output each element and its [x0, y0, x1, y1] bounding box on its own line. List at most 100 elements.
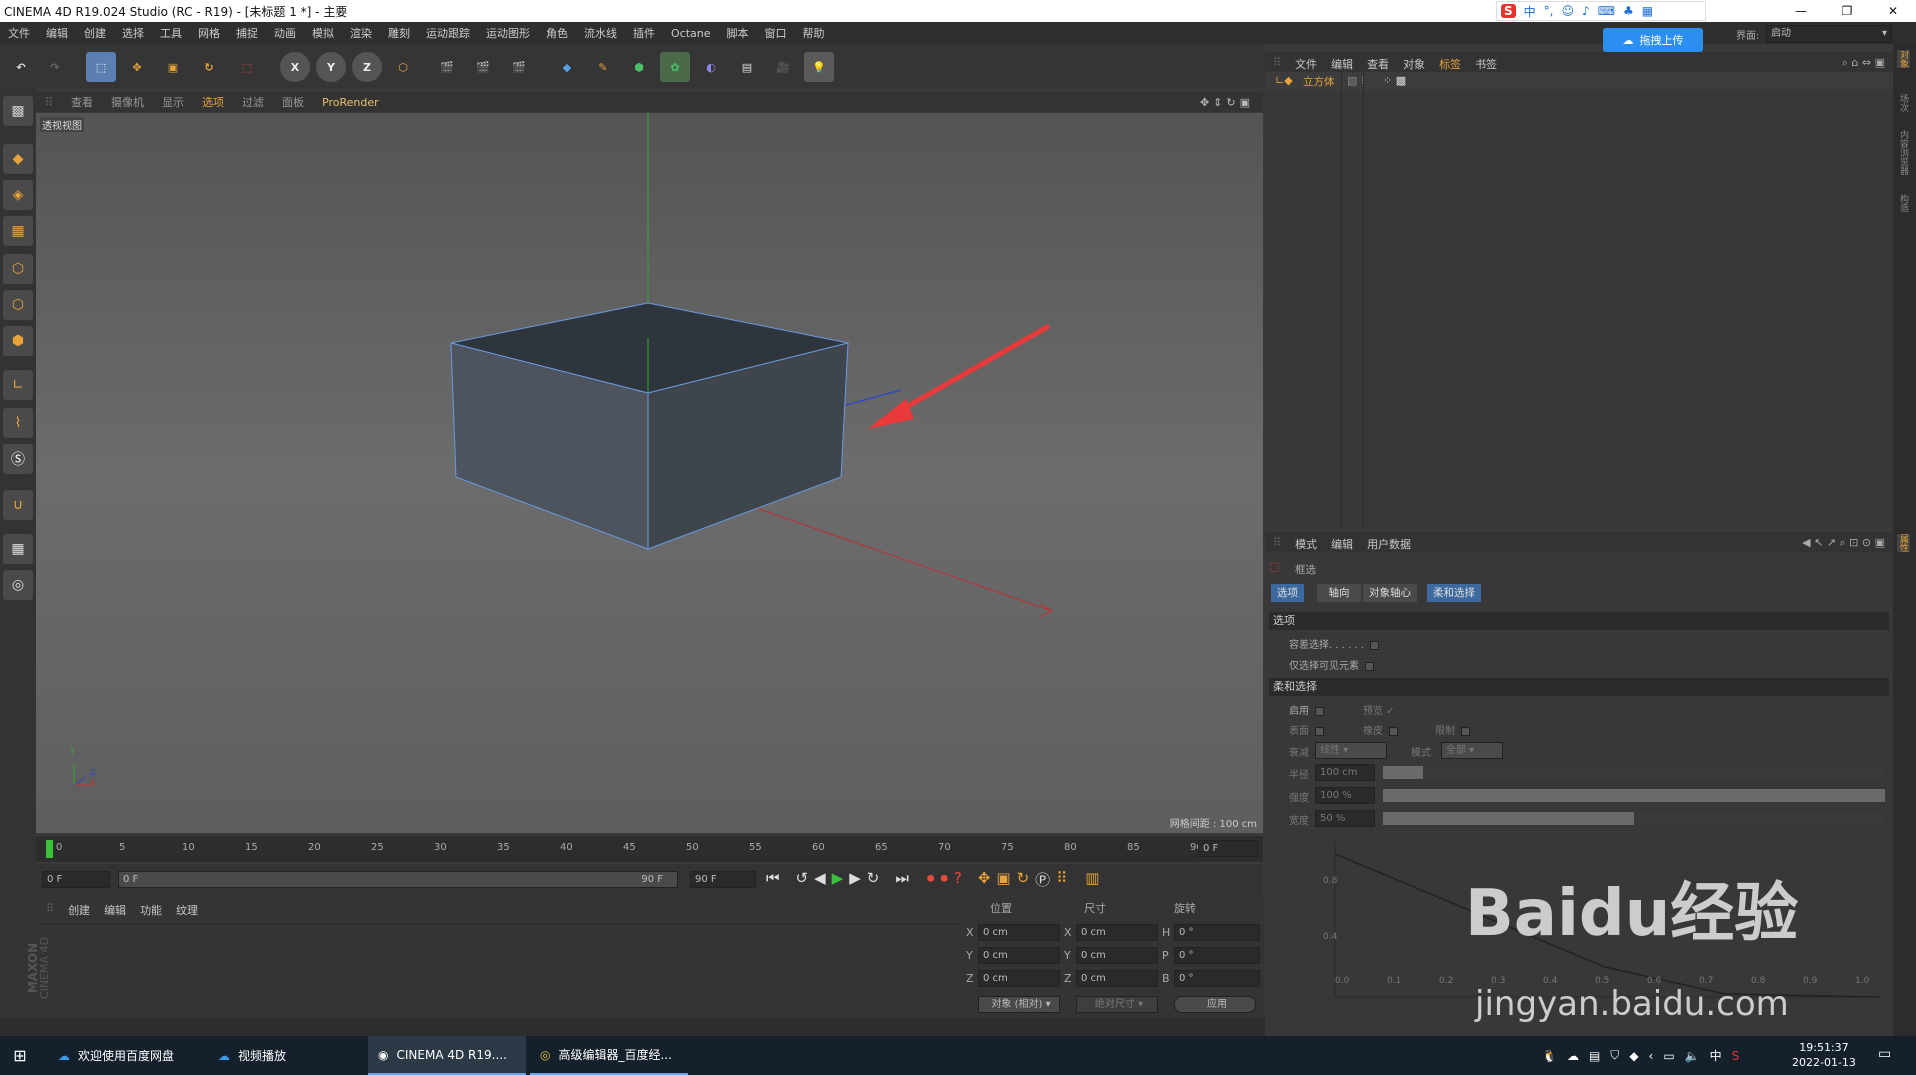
menu-mesh[interactable]: 网格: [190, 25, 228, 41]
obj-menu-bookmarks[interactable]: 书签: [1475, 56, 1497, 71]
attr-nav-icons[interactable]: ◀ ↖ ↗ ⌕ ⊡ ⊙ ▣: [1802, 536, 1885, 549]
select-tool-icon[interactable]: ⬚: [86, 52, 116, 82]
perspective-viewport[interactable]: 透视视图 Y Z X 网格间距 : 100 cm: [36, 113, 1263, 833]
visible-only-row[interactable]: 仅选择可见元素: [1289, 657, 1374, 672]
ime-bar[interactable]: S 中 °, ☺ ♪ ⌨ ♣ ▦: [1496, 1, 1706, 21]
points-mode-icon[interactable]: ⬡: [3, 254, 33, 284]
vp-menu-filter[interactable]: 过滤: [233, 94, 273, 110]
taskbar-item-cinema4d[interactable]: ◉ CINEMA 4D R19....: [368, 1036, 526, 1075]
windows-start-icon[interactable]: ⊞: [0, 1036, 40, 1075]
object-row-cube[interactable]: ∟◆ 立方体 ▧ ⁝ ⁘ ▩: [1265, 72, 1893, 90]
tab-soft-selection[interactable]: 柔和选择: [1427, 584, 1481, 602]
light-icon[interactable]: 💡: [804, 52, 834, 82]
obj-menu-objects[interactable]: 对象: [1403, 56, 1425, 71]
menu-window[interactable]: 窗口: [757, 25, 795, 41]
menu-snap[interactable]: 捕捉: [228, 25, 266, 41]
menu-octane[interactable]: Octane: [663, 27, 719, 40]
obj-menu-view[interactable]: 查看: [1367, 56, 1389, 71]
emoji-icon[interactable]: ☺: [1562, 4, 1575, 18]
key-rotation-icon[interactable]: ↻: [1017, 869, 1030, 890]
timeline-ruler[interactable]: 0 5 10 15 20 25 30 35 40 45 50 55 60 65 70 75 80 85 90 0 F: [36, 836, 1263, 862]
workplane-icon[interactable]: ▦: [3, 216, 33, 246]
strip-tab-structure[interactable]: 构造: [1897, 194, 1910, 212]
radius-slider[interactable]: [1383, 766, 1885, 779]
restrict-row[interactable]: 限制: [1435, 722, 1470, 737]
axis-mode-icon[interactable]: ∟: [3, 370, 33, 400]
system-tray[interactable]: 🐧 ☁ ▤ ⛉ ◆ ‹ ▭ 🔈 中S: [1532, 1036, 1749, 1075]
minimize-button[interactable]: —: [1778, 0, 1824, 22]
snap-icon[interactable]: ∪: [3, 490, 33, 520]
next-frame-icon[interactable]: ▶: [849, 869, 861, 890]
y-axis-lock[interactable]: Y: [316, 52, 346, 82]
strip-tab-attributes[interactable]: 属性: [1897, 534, 1910, 552]
visibility-icons[interactable]: ▧ ⁝: [1347, 74, 1364, 87]
strength-slider[interactable]: [1383, 789, 1885, 802]
obj-menu-file[interactable]: 文件: [1295, 56, 1317, 71]
start-frame-field[interactable]: 0 F: [42, 871, 110, 888]
attr-menu-mode[interactable]: 模式: [1295, 536, 1317, 551]
strip-tab-objects[interactable]: 对象: [1897, 50, 1910, 68]
close-button[interactable]: ✕: [1870, 0, 1916, 22]
solo-icon[interactable]: Ⓢ: [3, 444, 33, 474]
pos-y-field[interactable]: 0 cm: [978, 947, 1060, 964]
rotate-tool-icon[interactable]: ↻: [194, 52, 224, 82]
playhead[interactable]: [46, 840, 53, 858]
menu-sculpt[interactable]: 雕刻: [380, 25, 418, 41]
scale-tool-icon[interactable]: ▣: [158, 52, 188, 82]
pos-x-field[interactable]: 0 cm: [978, 924, 1060, 941]
menu-create[interactable]: 创建: [76, 25, 114, 41]
rot-h-field[interactable]: 0 °: [1174, 924, 1260, 941]
skin-icon[interactable]: ♣: [1623, 4, 1634, 18]
preview-row[interactable]: 预览 ✓: [1363, 702, 1395, 717]
tolerant-selection-row[interactable]: 容差选择. . . . . .: [1289, 636, 1379, 651]
obj-menu-tags[interactable]: 标签: [1439, 56, 1461, 71]
redo-icon[interactable]: ↷: [40, 52, 70, 82]
prev-frame-icon[interactable]: ◀: [814, 869, 826, 890]
upload-button[interactable]: ☁ 拖拽上传: [1603, 28, 1703, 52]
tab-object-axis[interactable]: 对象轴心: [1363, 584, 1417, 602]
viewport-nav-icons[interactable]: ✥⇕↻▣: [1191, 96, 1263, 109]
coord-mode-select[interactable]: 对象 (相对) ▾: [978, 996, 1060, 1013]
timeline-icon[interactable]: ▥: [1085, 869, 1099, 890]
menu-plugins[interactable]: 插件: [625, 25, 663, 41]
tag-icons[interactable]: ⁘ ▩: [1383, 74, 1406, 87]
move-tool-icon[interactable]: ✥: [122, 52, 152, 82]
range-slider[interactable]: 0 F 90 F: [118, 871, 678, 888]
vp-menu-display[interactable]: 显示: [153, 94, 193, 110]
render-picture-viewer-icon[interactable]: 🎬: [468, 52, 498, 82]
taskbar-item-chrome[interactable]: ◎ 高级编辑器_百度经...: [530, 1036, 688, 1075]
menu-file[interactable]: 文件: [0, 25, 38, 41]
render-settings-icon[interactable]: 🎬: [504, 52, 534, 82]
falloff-select[interactable]: 线性 ▾: [1315, 742, 1387, 759]
render-view-icon[interactable]: 🎬: [432, 52, 462, 82]
object-name[interactable]: 立方体: [1303, 74, 1335, 89]
attr-menu-edit[interactable]: 编辑: [1331, 536, 1353, 551]
polygons-mode-icon[interactable]: ⬢: [3, 326, 33, 356]
menu-select[interactable]: 选择: [114, 25, 152, 41]
taskbar-item-baidupan[interactable]: ☁ 欢迎使用百度网盘: [48, 1036, 184, 1075]
edges-mode-icon[interactable]: ⬡: [3, 290, 33, 320]
keyboard-icon[interactable]: ⌨: [1598, 4, 1615, 18]
cube-icon[interactable]: ◆: [552, 52, 582, 82]
mode-select[interactable]: 全部 ▾: [1441, 742, 1503, 759]
size-x-field[interactable]: 0 cm: [1076, 924, 1158, 941]
goto-end-icon[interactable]: ⏭: [895, 869, 909, 890]
menu-simulate[interactable]: 模拟: [304, 25, 342, 41]
size-y-field[interactable]: 0 cm: [1076, 947, 1158, 964]
array-icon[interactable]: ✿: [660, 52, 690, 82]
obj-menu-edit[interactable]: 编辑: [1331, 56, 1353, 71]
obj-search-icon[interactable]: ⌕ ⌂ ⇔ ▣: [1842, 56, 1885, 69]
width-field[interactable]: 50 %: [1315, 810, 1375, 827]
punct-icon[interactable]: °,: [1544, 4, 1554, 18]
taskbar-item-video[interactable]: ☁ 视频播放: [208, 1036, 296, 1075]
menu-character[interactable]: 角色: [538, 25, 576, 41]
menu-pipeline[interactable]: 流水线: [576, 25, 625, 41]
menu-tools[interactable]: 工具: [152, 25, 190, 41]
play-icon[interactable]: ▶: [832, 869, 844, 890]
model-mode-icon[interactable]: ◆: [3, 144, 33, 174]
record-icon[interactable]: ⏺: [927, 869, 935, 890]
notification-icon[interactable]: ▭: [1878, 1046, 1891, 1062]
strength-field[interactable]: 100 %: [1315, 787, 1375, 804]
vp-menu-view[interactable]: 查看: [62, 94, 102, 110]
next-key-icon[interactable]: ↻: [867, 869, 880, 890]
